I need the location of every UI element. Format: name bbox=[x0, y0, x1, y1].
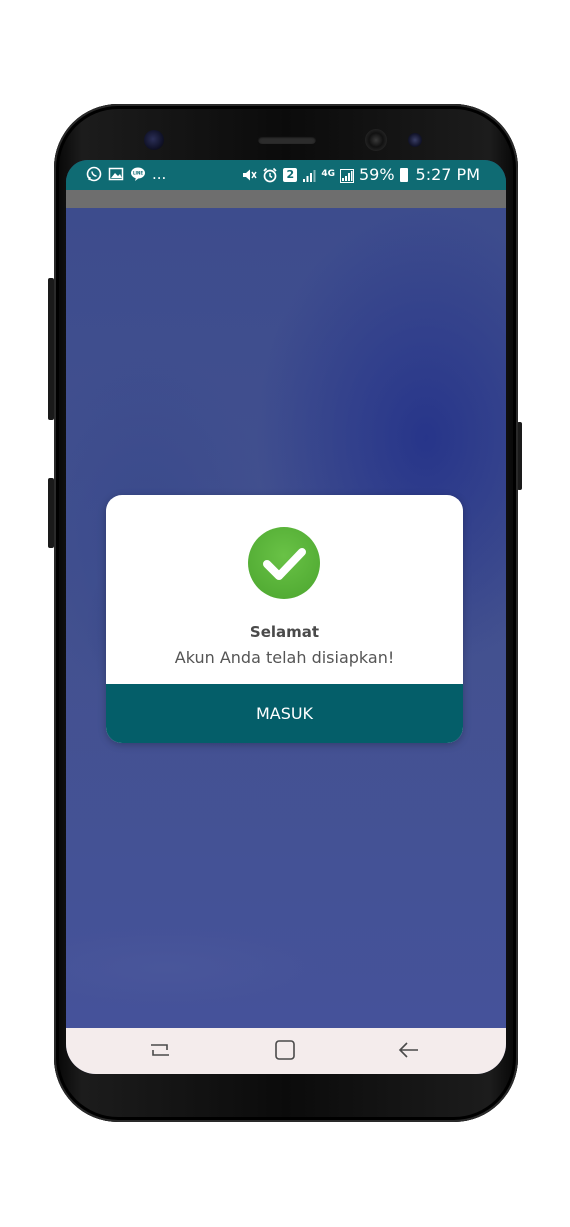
status-bar: LINE ... 2 4G 59% 5:27 PM bbox=[66, 160, 506, 190]
home-button[interactable] bbox=[264, 1036, 304, 1064]
front-camera bbox=[365, 129, 387, 151]
navigation-bar bbox=[66, 1028, 506, 1074]
battery-percent: 59% bbox=[358, 165, 395, 184]
clock: 5:27 PM bbox=[415, 165, 480, 184]
sim-badge: 2 bbox=[283, 167, 298, 182]
battery-icon bbox=[399, 167, 408, 182]
back-button[interactable] bbox=[388, 1036, 428, 1064]
success-dialog: Selamat Akun Anda telah disiapkan! MASUK bbox=[106, 495, 463, 743]
check-circle-icon bbox=[248, 527, 320, 599]
recent-apps-icon bbox=[151, 1044, 169, 1056]
alarm-icon bbox=[262, 167, 278, 183]
more-notifications: ... bbox=[152, 165, 167, 183]
back-icon bbox=[398, 1042, 418, 1058]
dialog-message: Akun Anda telah disiapkan! bbox=[174, 648, 395, 667]
earpiece bbox=[258, 136, 316, 144]
home-icon bbox=[275, 1040, 295, 1060]
svg-text:LINE: LINE bbox=[133, 171, 143, 176]
iris-sensor bbox=[408, 133, 422, 147]
masuk-button[interactable]: MASUK bbox=[106, 684, 463, 743]
mute-icon bbox=[241, 167, 257, 183]
signal-icon-2 bbox=[339, 168, 354, 183]
app-toolbar bbox=[66, 190, 506, 208]
network-type: 4G bbox=[321, 169, 335, 179]
proximity-sensor bbox=[144, 130, 164, 150]
line-icon: LINE bbox=[130, 166, 146, 182]
recent-apps-button[interactable] bbox=[140, 1036, 180, 1064]
gallery-icon bbox=[108, 166, 124, 182]
signal-icon bbox=[302, 168, 316, 182]
dialog-title: Selamat bbox=[249, 623, 320, 641]
whatsapp-icon bbox=[86, 166, 102, 182]
